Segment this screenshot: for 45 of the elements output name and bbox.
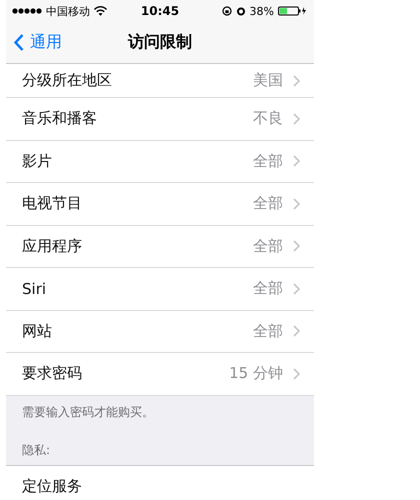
battery-percent: 38% (250, 4, 274, 18)
section-header: 隐私: (22, 442, 52, 458)
status-time: 10:45 (140, 4, 180, 18)
rotation-lock-icon (222, 6, 232, 16)
row-label: 音乐和播客 (22, 109, 98, 128)
nav-title: 访问限制 (128, 32, 192, 53)
settings-row[interactable]: 网站 全部 (6, 310, 314, 353)
row-value: 不良 (253, 109, 283, 128)
row-label: Siri (22, 280, 48, 298)
row-value: 全部 (253, 194, 283, 214)
chevron-right-icon (293, 325, 300, 338)
row-label: 影片 (22, 152, 53, 171)
settings-row[interactable]: Siri 全部 (6, 268, 314, 310)
settings-row[interactable]: 电视节目 全部 (6, 183, 314, 226)
settings-row[interactable]: 音乐和播客 不良 (6, 98, 314, 140)
row-label: 分级所在地区 (22, 71, 113, 90)
carrier-name: 中国移动 (46, 4, 90, 18)
chevron-right-icon (293, 155, 300, 168)
chevron-right-icon (293, 368, 300, 380)
battery-icon (278, 6, 308, 16)
row-value: 全部 (253, 279, 283, 298)
row-label: 网站 (22, 322, 53, 341)
settings-row[interactable]: 定位服务 (6, 466, 314, 500)
row-label: 电视节目 (22, 194, 83, 214)
settings-row[interactable]: 影片 全部 (6, 140, 314, 183)
row-value: 美国 (253, 71, 283, 90)
chevron-right-icon (293, 240, 300, 252)
row-label: 应用程序 (22, 236, 83, 256)
settings-row[interactable]: 应用程序 全部 (6, 226, 314, 268)
row-value: 全部 (253, 152, 283, 171)
footer-note: 需要输入密码才能购买。 (22, 404, 155, 420)
chevron-right-icon (293, 74, 300, 86)
chevron-right-icon (293, 198, 300, 210)
row-value: 15 分钟 (229, 364, 283, 384)
settings-row[interactable]: 分级所在地区 美国 (6, 64, 314, 98)
row-label: 要求密码 (22, 364, 83, 384)
chevron-right-icon (293, 112, 300, 125)
chevron-left-icon (14, 34, 24, 51)
signal-icon (12, 8, 42, 14)
row-value: 全部 (253, 236, 283, 256)
row-label: 定位服务 (22, 476, 83, 496)
row-value: 全部 (253, 322, 283, 341)
back-button[interactable]: 通用 (6, 32, 62, 53)
wifi-icon (94, 6, 107, 16)
chevron-right-icon (293, 282, 300, 295)
